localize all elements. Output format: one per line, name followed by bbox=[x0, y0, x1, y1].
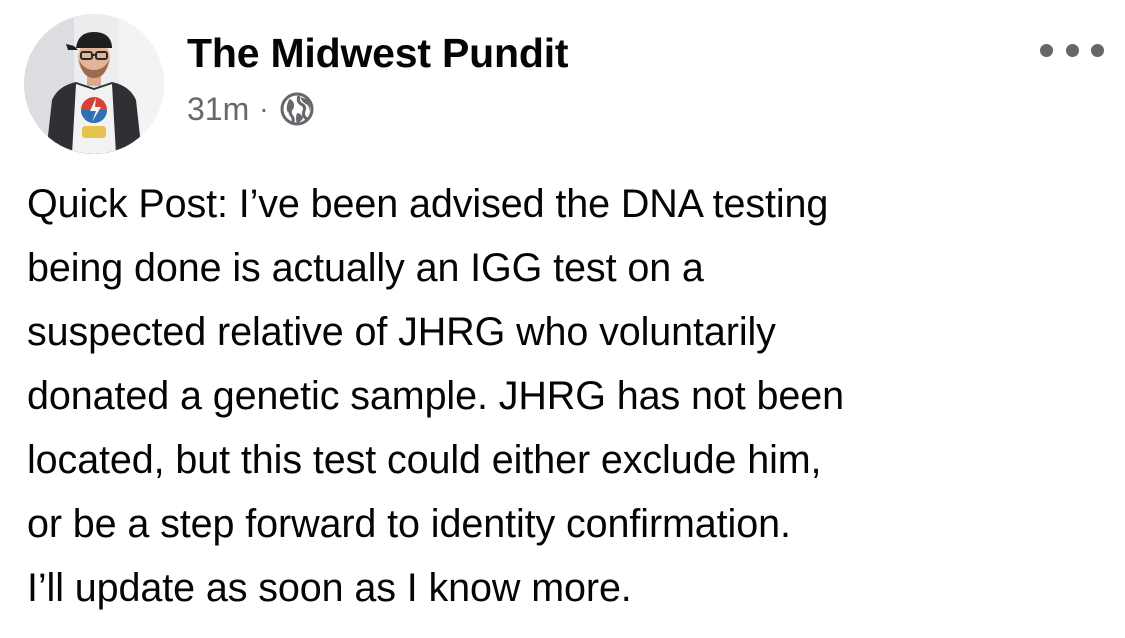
author-name[interactable]: The Midwest Pundit bbox=[187, 30, 569, 77]
post-body-line: located, but this test could either excl… bbox=[27, 438, 822, 482]
more-dot bbox=[1065, 43, 1079, 57]
post-meta: 31m · bbox=[187, 88, 315, 130]
post-timestamp[interactable]: 31m bbox=[187, 91, 249, 128]
post-body-line: donated a genetic sample. JHRG has not b… bbox=[27, 374, 844, 418]
more-options-icon[interactable] bbox=[1040, 32, 1104, 68]
facebook-post: The Midwest Pundit 31m · Quick Post: I’v… bbox=[0, 0, 1125, 638]
profile-photo bbox=[24, 14, 164, 154]
post-body: Quick Post: I’ve been advised the DNA te… bbox=[27, 172, 1107, 620]
post-body-line: Quick Post: I’ve been advised the DNA te… bbox=[27, 182, 829, 226]
post-body-line: I’ll update as soon as I know more. bbox=[27, 566, 632, 610]
meta-separator: · bbox=[259, 93, 269, 124]
post-body-line: or be a step forward to identity confirm… bbox=[27, 502, 791, 546]
avatar[interactable] bbox=[24, 14, 164, 154]
post-body-line: suspected relative of JHRG who voluntari… bbox=[27, 310, 776, 354]
post-body-line: being done is actually an IGG test on a bbox=[27, 246, 704, 290]
more-dot bbox=[1040, 43, 1053, 57]
globe-icon[interactable] bbox=[279, 91, 315, 127]
more-dot bbox=[1091, 43, 1104, 57]
